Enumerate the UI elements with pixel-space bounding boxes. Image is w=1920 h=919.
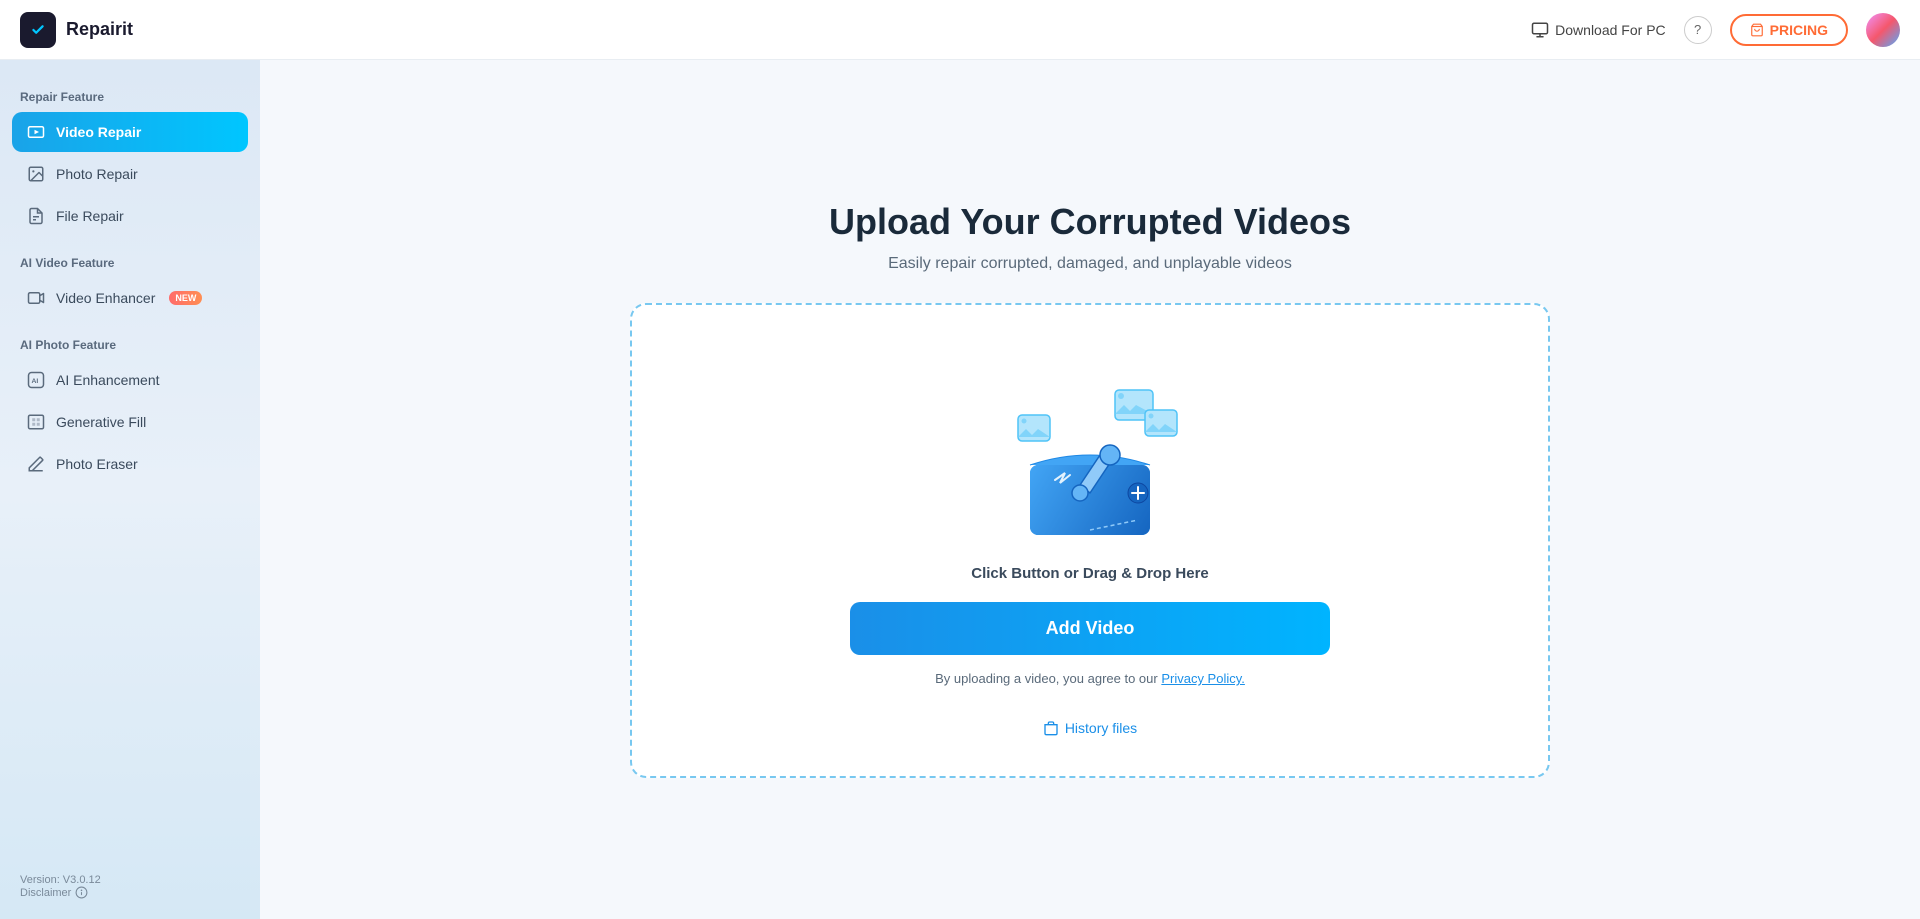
sidebar-item-video-enhancer[interactable]: Video Enhancer NEW <box>12 278 248 318</box>
privacy-policy-link[interactable]: Privacy Policy. <box>1161 671 1245 686</box>
user-avatar[interactable] <box>1866 13 1900 47</box>
history-icon <box>1043 720 1059 736</box>
main-content: Upload Your Corrupted Videos Easily repa… <box>260 60 1920 919</box>
history-files-link[interactable]: History files <box>1043 720 1137 736</box>
upload-illustration <box>990 355 1190 545</box>
add-video-button[interactable]: Add Video <box>850 602 1330 655</box>
monitor-icon <box>1531 21 1549 39</box>
upload-section: Upload Your Corrupted Videos Easily repa… <box>610 161 1570 818</box>
photo-eraser-icon <box>26 454 46 474</box>
info-icon <box>75 886 88 899</box>
generative-fill-icon <box>26 412 46 432</box>
video-repair-icon <box>26 122 46 142</box>
drop-hint: Click Button or Drag & Drop Here <box>971 565 1209 582</box>
ai-photo-feature-label: AI Photo Feature <box>12 338 248 352</box>
ai-video-feature-label: AI Video Feature <box>12 256 248 270</box>
svg-text:AI: AI <box>32 378 39 385</box>
app-title: Repairit <box>66 19 133 40</box>
page-title: Upload Your Corrupted Videos <box>829 201 1351 243</box>
photo-repair-icon <box>26 164 46 184</box>
ai-enhancement-icon: AI <box>26 370 46 390</box>
app-layout: Repair Feature Video Repair Photo Repair <box>0 60 1920 919</box>
sidebar-item-label: File Repair <box>56 208 124 224</box>
sidebar-item-ai-enhancement[interactable]: AI AI Enhancement <box>12 360 248 400</box>
sidebar-item-video-repair[interactable]: Video Repair <box>12 112 248 152</box>
version-text: Version: V3.0.12 <box>20 874 248 886</box>
video-enhancer-icon <box>26 288 46 308</box>
cart-icon <box>1750 23 1764 37</box>
sidebar-item-photo-repair[interactable]: Photo Repair <box>12 154 248 194</box>
privacy-note: By uploading a video, you agree to our P… <box>935 671 1245 686</box>
file-repair-icon <box>26 206 46 226</box>
sidebar-item-photo-eraser[interactable]: Photo Eraser <box>12 444 248 484</box>
sidebar-item-label: Photo Eraser <box>56 456 138 472</box>
sidebar-item-file-repair[interactable]: File Repair <box>12 196 248 236</box>
pricing-button[interactable]: PRICING <box>1730 14 1848 46</box>
sidebar-item-label: Video Enhancer <box>56 290 155 306</box>
new-badge: NEW <box>169 291 202 305</box>
sidebar: Repair Feature Video Repair Photo Repair <box>0 60 260 919</box>
page-subtitle: Easily repair corrupted, damaged, and un… <box>888 255 1292 273</box>
support-button[interactable]: ? <box>1684 16 1712 44</box>
app-logo <box>20 12 56 48</box>
sidebar-item-label: Photo Repair <box>56 166 138 182</box>
upload-dropzone[interactable]: Click Button or Drag & Drop Here Add Vid… <box>630 303 1550 778</box>
sidebar-item-label: Generative Fill <box>56 414 146 430</box>
sidebar-item-generative-fill[interactable]: Generative Fill <box>12 402 248 442</box>
download-pc-button[interactable]: Download For PC <box>1531 21 1666 39</box>
app-header: Repairit Download For PC ? PRICING <box>0 0 1920 60</box>
sidebar-item-label: AI Enhancement <box>56 372 160 388</box>
repair-feature-label: Repair Feature <box>12 90 248 104</box>
header-left: Repairit <box>20 12 133 48</box>
sidebar-footer: Version: V3.0.12 Disclaimer <box>12 854 248 899</box>
sidebar-item-label: Video Repair <box>56 124 141 140</box>
header-right: Download For PC ? PRICING <box>1531 13 1900 47</box>
disclaimer-link[interactable]: Disclaimer <box>20 886 248 899</box>
